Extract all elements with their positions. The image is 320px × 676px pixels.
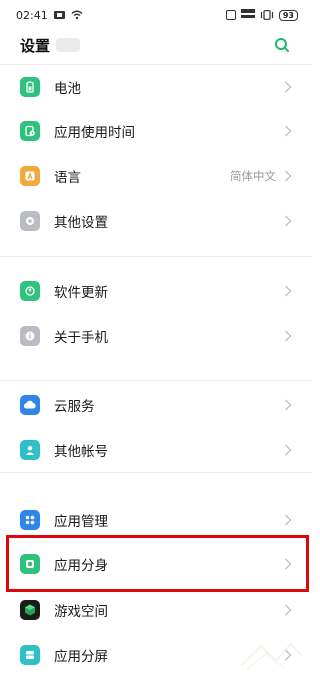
chevron-right-icon <box>285 81 292 93</box>
search-icon <box>275 38 289 52</box>
blurred-title-suffix <box>56 38 81 52</box>
row-label: 应用分屏 <box>54 649 108 665</box>
search-button[interactable] <box>272 35 292 55</box>
chevron-right-icon <box>285 444 292 456</box>
chevron-right-icon <box>285 604 292 616</box>
settings-row-language[interactable]: 语言 简体中文 <box>0 154 312 198</box>
settings-row-software-update[interactable]: 软件更新 <box>0 269 312 313</box>
row-label: 其他帐号 <box>54 444 108 460</box>
language-icon <box>20 166 40 186</box>
chevron-right-icon <box>285 215 292 227</box>
settings-row-cloud-service[interactable]: 云服务 <box>0 383 312 427</box>
cloud-icon <box>20 395 40 415</box>
split-screen-icon <box>20 645 40 665</box>
settings-row-app-usage-time[interactable]: 应用使用时间 <box>0 109 312 153</box>
group-divider <box>0 472 312 482</box>
settings-row-other-settings[interactable]: 其他设置 <box>0 199 312 243</box>
settings-row-game-space[interactable]: 游戏空间 <box>0 588 312 632</box>
mail-icon <box>53 11 65 19</box>
chevron-right-icon <box>285 285 292 297</box>
update-icon <box>20 281 40 301</box>
settings-row-app-management[interactable]: 应用管理 <box>0 498 312 542</box>
game-space-icon <box>20 600 40 620</box>
account-icon <box>20 440 40 460</box>
status-bar: 02:41 93 <box>0 0 312 30</box>
row-label: 游戏空间 <box>54 604 108 620</box>
lte-icon <box>240 9 255 21</box>
wifi-icon <box>71 10 83 20</box>
row-label: 软件更新 <box>54 285 108 301</box>
settings-row-app-clone[interactable]: 应用分身 <box>0 542 312 586</box>
app-clone-icon <box>20 554 40 574</box>
row-label: 云服务 <box>54 399 95 415</box>
battery-icon: 93 <box>278 9 298 21</box>
watermark-graphic <box>240 642 303 671</box>
settings-row-battery[interactable]: 电池 <box>0 65 312 109</box>
info-icon <box>20 326 40 346</box>
row-label: 语言 <box>54 170 81 186</box>
vibrate-icon <box>260 10 274 20</box>
settings-row-about-phone[interactable]: 关于手机 <box>0 314 312 358</box>
row-label: 电池 <box>54 81 81 97</box>
language-value: 简体中文 <box>230 169 276 183</box>
chevron-right-icon <box>285 330 292 342</box>
row-label: 应用使用时间 <box>54 125 135 141</box>
group-divider <box>0 256 312 266</box>
row-label: 应用分身 <box>54 558 108 574</box>
chevron-right-icon <box>285 514 292 526</box>
chevron-right-icon <box>285 558 292 570</box>
settings-row-other-accounts[interactable]: 其他帐号 <box>0 428 312 472</box>
page-title: 设置 <box>20 36 51 55</box>
settings-icon <box>20 211 40 231</box>
chevron-right-icon <box>285 399 292 411</box>
row-label: 应用管理 <box>54 514 108 530</box>
row-label: 其他设置 <box>54 215 108 231</box>
app-header: 设置 <box>0 30 312 60</box>
status-time: 02:41 <box>16 8 48 22</box>
nfc-icon <box>225 10 236 20</box>
chevron-right-icon <box>285 125 292 137</box>
hourglass-icon <box>20 121 40 141</box>
apps-grid-icon <box>20 510 40 530</box>
battery-icon <box>20 77 40 97</box>
chevron-right-icon <box>285 170 292 182</box>
row-label: 关于手机 <box>54 330 108 346</box>
